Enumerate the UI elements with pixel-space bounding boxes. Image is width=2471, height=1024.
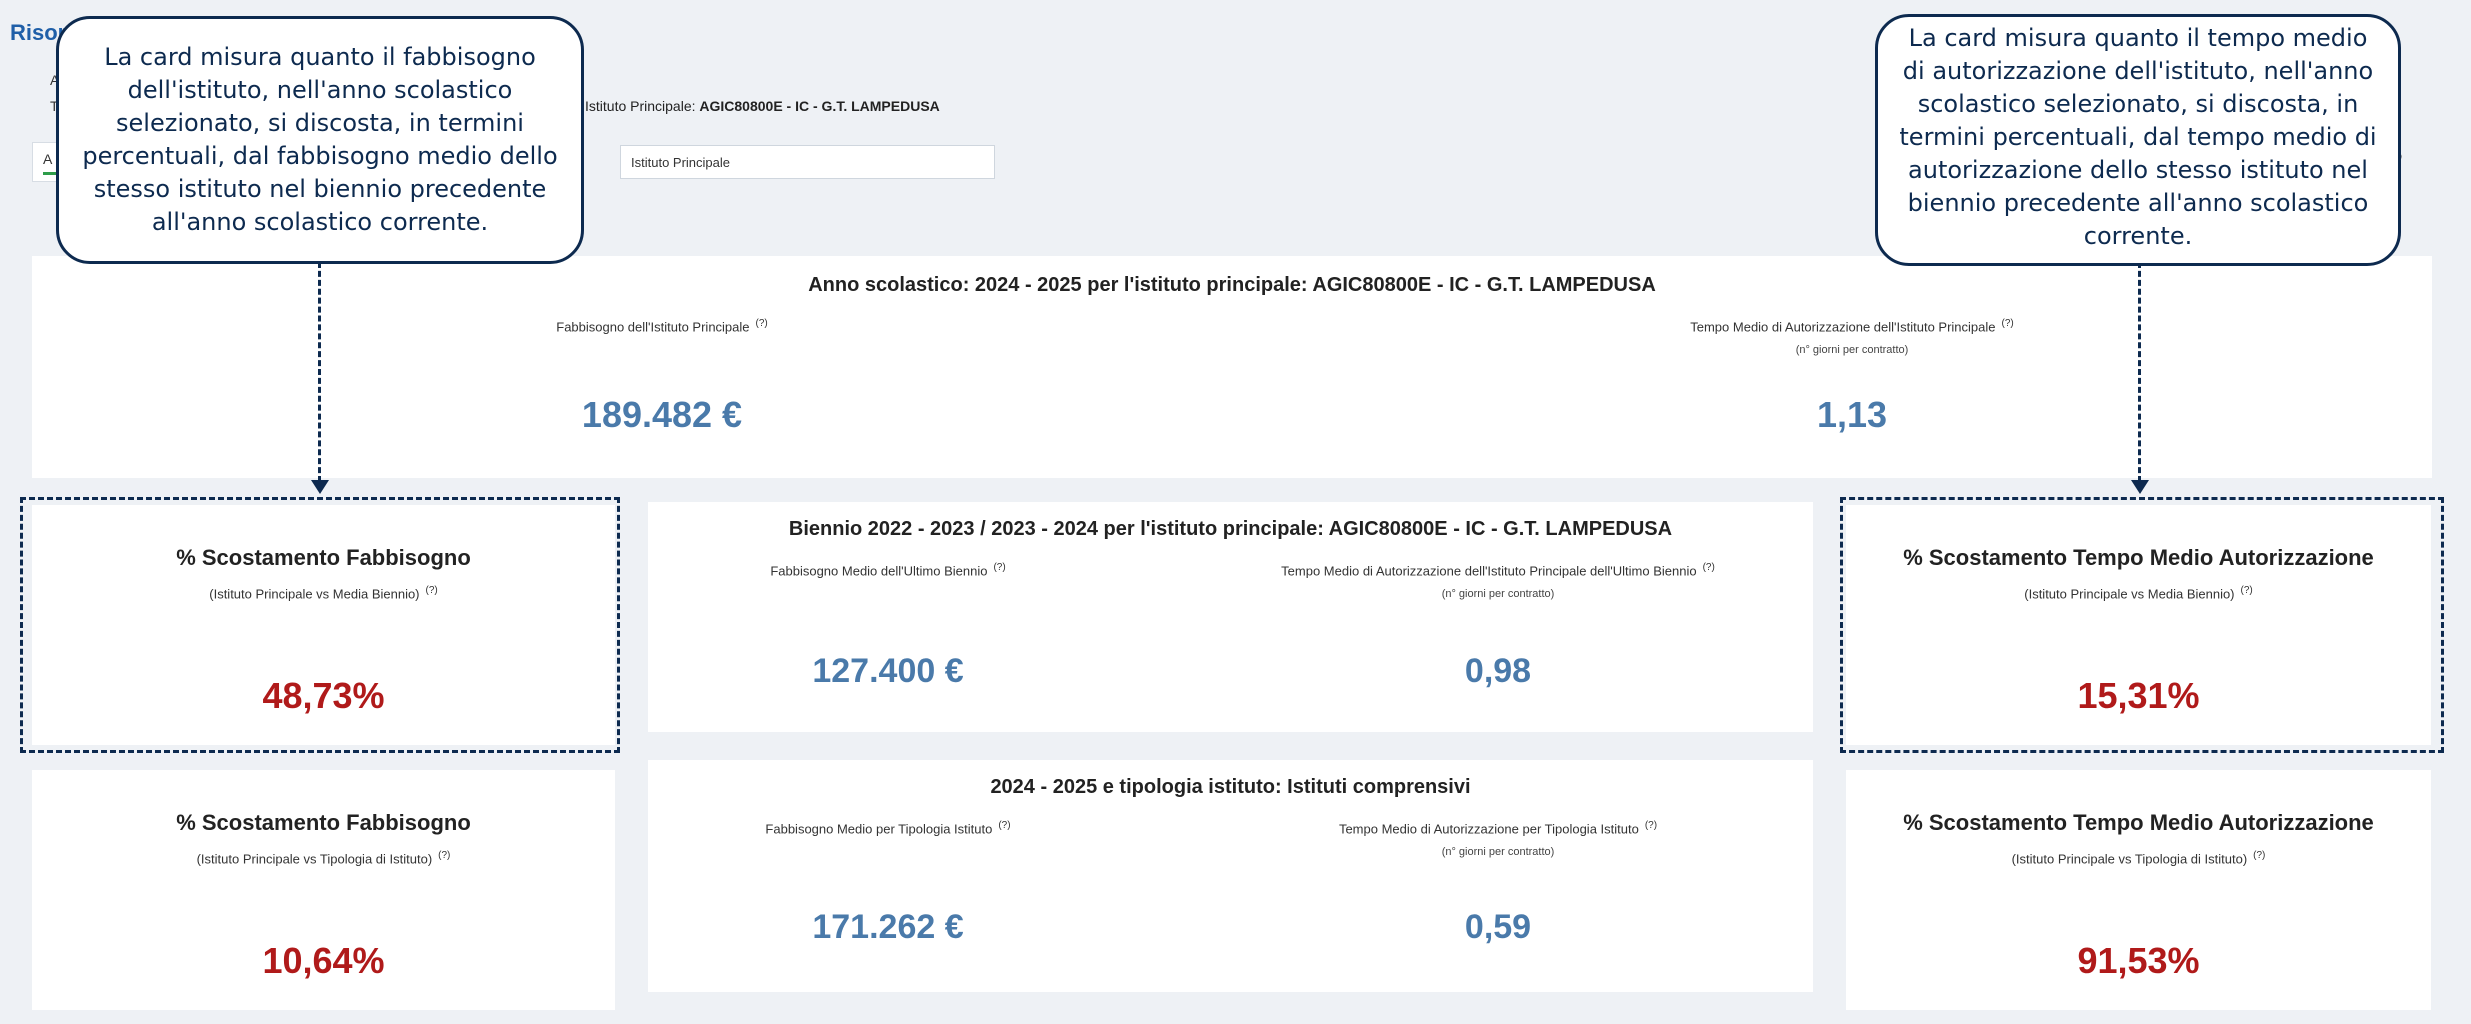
scost-tempo-biennio-sub: (Istituto Principale vs Media Biennio) (?… <box>2024 585 2253 602</box>
biennio-card: Biennio 2022 - 2023 / 2023 - 2024 per l'… <box>648 502 1813 732</box>
biennio-card-title: Biennio 2022 - 2023 / 2023 - 2024 per l'… <box>788 518 1673 540</box>
scost-tempo-biennio-title: % Scostamento Tempo Medio Autorizzazione <box>1903 545 2374 570</box>
tempo-biennio-label: Tempo Medio di Autorizzazione dell'Istit… <box>1281 562 1715 579</box>
help-icon[interactable]: (?) <box>2002 318 2014 329</box>
help-icon[interactable]: (?) <box>993 562 1005 573</box>
callout-left-line: percentuali, dal fabbisogno medio dello <box>82 142 558 170</box>
callout-right-line: corrente. <box>2083 222 2193 250</box>
help-icon[interactable]: (?) <box>1645 820 1657 831</box>
callout-left-line: La card misura quanto il fabbisogno <box>104 43 536 71</box>
callout-arrow-left <box>318 262 321 482</box>
fabbisogno-tipologia-value: 171.262 € <box>812 908 964 946</box>
istituto-value: AGIC80800E - IC - G.T. LAMPEDUSA <box>699 98 940 114</box>
tempo-istituto-value: 1,13 <box>1816 394 1888 435</box>
fabbisogno-biennio-value: 127.400 € <box>812 652 964 690</box>
fabbisogno-istituto-value: 189.482 € <box>581 394 743 435</box>
callout-arrowhead-left <box>311 480 329 494</box>
scost-fabb-biennio-sub: (Istituto Principale vs Media Biennio) (?… <box>209 585 438 602</box>
fabbisogno-istituto-label: Fabbisogno dell'Istituto Principale (?) <box>556 318 768 335</box>
callout-right-line: scolastico selezionato, si discosta, in <box>1917 90 2359 118</box>
callout-left-line: stesso istituto nel biennio precedente <box>93 175 547 203</box>
callout-left-line: all'anno scolastico corrente. <box>151 208 489 236</box>
scostamento-tempo-biennio-card: % Scostamento Tempo Medio Autorizzazione… <box>1846 505 2431 745</box>
fabbisogno-tipologia-label: Fabbisogno Medio per Tipologia Istituto(… <box>765 820 1011 837</box>
callout-left-line: dell'istituto, nell'anno scolastico <box>127 76 513 104</box>
callout-arrow-right <box>2138 262 2141 482</box>
scostamento-fabbisogno-tipologia-card: % Scostamento Fabbisogno (Istituto Princ… <box>32 770 615 1010</box>
callout-left-line: selezionato, si discosta, in termini <box>116 109 524 137</box>
scost-tempo-tipologia-title: % Scostamento Tempo Medio Autorizzazione <box>1903 810 2374 835</box>
tempo-biennio-sub: (n° giorni per contratto) <box>1441 588 1555 600</box>
scost-tempo-tipologia-sub: (Istituto Principale vs Tipologia di Ist… <box>2011 850 2266 867</box>
tempo-biennio-value: 0,98 <box>1464 652 1532 690</box>
fabbisogno-biennio-label: Fabbisogno Medio dell'Ultimo Biennio (?) <box>770 562 1006 579</box>
callout-right-line: termini percentuali, dal tempo medio di <box>1899 123 2377 151</box>
filter-tab-label: A <box>43 151 53 167</box>
callout-right-line: biennio precedente all'anno scolastico <box>1907 189 2369 217</box>
scost-fabb-biennio-title: % Scostamento Fabbisogno <box>176 545 471 570</box>
help-icon[interactable]: (?) <box>438 850 450 861</box>
istituto-info: Istituto Principale: AGIC80800E - IC - G… <box>585 98 940 114</box>
help-icon[interactable]: (?) <box>2241 585 2253 596</box>
help-icon[interactable]: (?) <box>998 820 1010 831</box>
tipologia-card: 2024 - 2025 e tipologia istituto: Istitu… <box>648 760 1813 992</box>
help-icon[interactable]: (?) <box>1703 562 1715 573</box>
help-icon[interactable]: (?) <box>2253 850 2265 861</box>
callout-right-line: La card misura quanto il tempo medio <box>1908 24 2368 52</box>
tipologia-card-title: 2024 - 2025 e tipologia istituto: Istitu… <box>990 776 1471 798</box>
istituto-prefix: Istituto Principale: <box>585 98 700 114</box>
help-icon[interactable]: (?) <box>756 318 768 329</box>
istituto-select[interactable]: Istituto Principale <box>620 145 995 179</box>
scostamento-fabbisogno-biennio-card: % Scostamento Fabbisogno (Istituto Princ… <box>32 505 615 745</box>
scostamento-tempo-tipologia-card: % Scostamento Tempo Medio Autorizzazione… <box>1846 770 2431 1010</box>
callout-arrowhead-right <box>2131 480 2149 494</box>
scost-fabb-biennio-value: 48,73% <box>262 675 385 716</box>
tempo-istituto-sub: (n° giorni per contratto) <box>1795 344 1909 356</box>
callout-right-line: di autorizzazione dell'istituto, nell'an… <box>1902 57 2374 85</box>
callout-right-line: autorizzazione dello stesso istituto nel <box>1908 156 2368 184</box>
tempo-tipologia-label: Tempo Medio di Autorizzazione per Tipolo… <box>1338 820 1658 837</box>
anno-card-title: Anno scolastico: 2024 - 2025 per l'istit… <box>808 274 1656 296</box>
tempo-tipologia-value: 0,59 <box>1464 908 1532 946</box>
scost-tempo-biennio-value: 15,31% <box>2077 675 2200 716</box>
anno-scolastico-card: Anno scolastico: 2024 - 2025 per l'istit… <box>32 256 2432 478</box>
callout-bubble-right: La card misura quanto il tempo medio di … <box>1875 14 2401 266</box>
help-icon[interactable]: (?) <box>426 585 438 596</box>
scost-fabb-tipologia-sub: (Istituto Principale vs Tipologia di Ist… <box>196 850 451 867</box>
scost-fabb-tipologia-value: 10,64% <box>262 940 385 981</box>
tempo-tipologia-sub: (n° giorni per contratto) <box>1441 846 1555 858</box>
tempo-istituto-label: Tempo Medio di Autorizzazione dell'Istit… <box>1690 318 2014 335</box>
scost-tempo-tipologia-value: 91,53% <box>2077 940 2200 981</box>
scost-fabb-tipologia-title: % Scostamento Fabbisogno <box>176 810 471 835</box>
callout-bubble-left: La card misura quanto il fabbisogno dell… <box>56 16 584 264</box>
